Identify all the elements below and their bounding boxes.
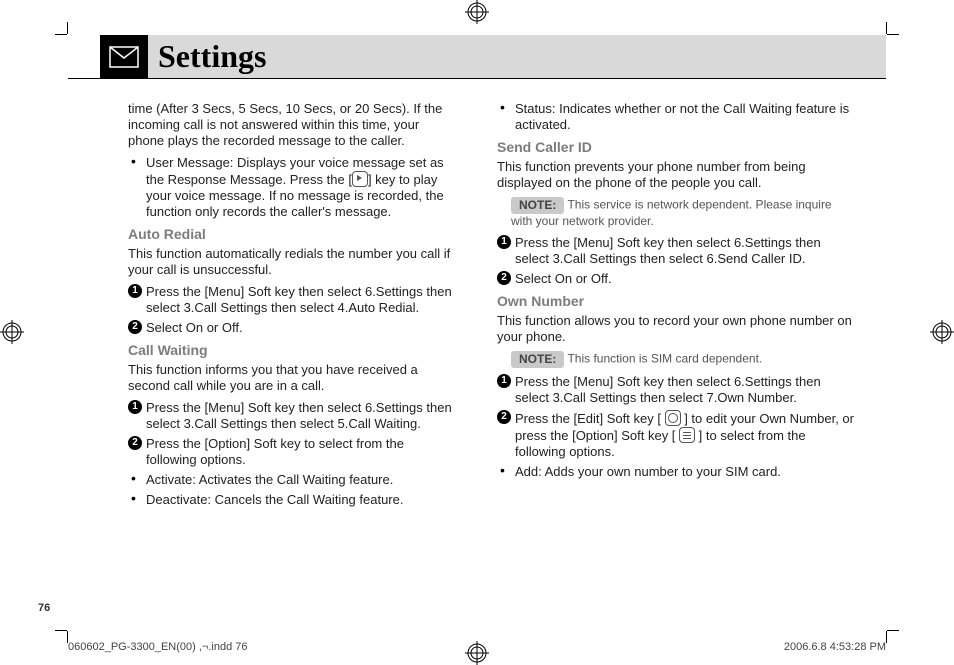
content-area: Settings time (After 3 Secs, 5 Secs, 10 … — [68, 35, 886, 630]
body-text: Add: Adds your own number to your SIM ca… — [515, 464, 781, 479]
body-text: Deactivate: Cancels the Call Waiting fea… — [146, 492, 403, 507]
body-columns: time (After 3 Secs, 5 Secs, 10 Secs, or … — [68, 99, 886, 630]
body-text: Activate: Activates the Call Waiting fea… — [146, 472, 393, 487]
bullet-item: Deactivate: Cancels the Call Waiting fea… — [128, 492, 455, 508]
crop-mark — [887, 34, 899, 35]
right-column: Status: Indicates whether or not the Cal… — [477, 99, 886, 630]
heading-send-caller-id: Send Caller ID — [497, 139, 856, 155]
body-text: Select On or Off. — [515, 271, 612, 286]
crop-mark — [886, 22, 887, 34]
body-text: time (After 3 Secs, 5 Secs, 10 Secs, or … — [128, 101, 455, 149]
step-number-icon: 2 — [497, 271, 511, 285]
page: Settings time (After 3 Secs, 5 Secs, 10 … — [0, 0, 954, 665]
menu-key-icon — [679, 427, 695, 443]
body-text: Press the [Menu] Soft key then select 6.… — [515, 374, 821, 405]
print-footer: 060602_PG-3300_EN(00) ,¬.indd 76 2006.6.… — [68, 641, 886, 653]
body-text: Press the [Menu] Soft key then select 6.… — [515, 235, 821, 266]
body-text: Press the [Edit] Soft key [ — [515, 411, 665, 426]
title-bar: Settings — [148, 35, 886, 79]
dpad-key-icon — [665, 410, 681, 426]
body-text: Status: Indicates whether or not the Cal… — [515, 101, 849, 132]
section-header: Settings — [68, 35, 886, 79]
body-text: Select On or Off. — [146, 320, 243, 335]
crop-mark — [67, 22, 68, 34]
page-number: 76 — [38, 602, 50, 614]
step-number-icon: 2 — [497, 410, 511, 424]
bullet-item: User Message: Displays your voice messag… — [128, 155, 455, 220]
left-column: time (After 3 Secs, 5 Secs, 10 Secs, or … — [68, 99, 477, 630]
step-item: 1 Press the [Menu] Soft key then select 6… — [497, 374, 856, 406]
heading-call-waiting: Call Waiting — [128, 342, 455, 358]
note-badge: NOTE: — [511, 351, 564, 368]
step-item: 2 Press the [Option] Soft key to select f… — [128, 436, 455, 468]
step-number-icon: 1 — [128, 284, 142, 298]
envelope-icon — [100, 35, 148, 79]
step-item: 2 Select On or Off. — [128, 320, 455, 336]
bullet-item: Activate: Activates the Call Waiting fea… — [128, 472, 455, 488]
body-text: This function informs you that you have … — [128, 362, 455, 394]
body-text: This function allows you to record your … — [497, 313, 856, 345]
step-item: 1 Press the [Menu] Soft key then select 6… — [497, 235, 856, 267]
footer-timestamp: 2006.6.8 4:53:28 PM — [784, 641, 886, 653]
step-number-icon: 1 — [497, 374, 511, 388]
note-text: This function is SIM card dependent. — [567, 352, 762, 366]
play-key-icon — [352, 171, 368, 187]
bullet-item: Status: Indicates whether or not the Cal… — [497, 101, 856, 133]
header-margin — [68, 35, 100, 79]
note: NOTE: This function is SIM card dependen… — [511, 351, 856, 368]
crop-mark — [55, 34, 67, 35]
crop-mark — [55, 630, 67, 631]
note-badge: NOTE: — [511, 197, 564, 214]
step-number-icon: 2 — [128, 436, 142, 450]
heading-auto-redial: Auto Redial — [128, 226, 455, 242]
page-title: Settings — [158, 38, 266, 75]
heading-own-number: Own Number — [497, 293, 856, 309]
body-text: Press the [Menu] Soft key then select 6.… — [146, 284, 452, 315]
registration-mark-icon — [930, 320, 954, 344]
step-item: 1 Press the [Menu] Soft key then select 6… — [128, 400, 455, 432]
step-number-icon: 1 — [128, 400, 142, 414]
crop-mark — [887, 630, 899, 631]
crop-mark — [886, 631, 887, 643]
step-number-icon: 2 — [128, 320, 142, 334]
step-item: 2 Press the [Edit] Soft key [ ] to edit … — [497, 410, 856, 460]
body-text: This function prevents your phone number… — [497, 159, 856, 191]
footer-file: 060602_PG-3300_EN(00) ,¬.indd 76 — [68, 641, 248, 653]
registration-mark-icon — [465, 0, 489, 24]
body-text: This function automatically redials the … — [128, 246, 455, 278]
body-text: Press the [Menu] Soft key then select 6.… — [146, 400, 452, 431]
bullet-item: Add: Adds your own number to your SIM ca… — [497, 464, 856, 480]
body-text: Press the [Option] Soft key to select fr… — [146, 436, 404, 467]
step-item: 1 Press the [Menu] Soft key then select 6… — [128, 284, 455, 316]
registration-mark-icon — [0, 320, 24, 344]
step-item: 2 Select On or Off. — [497, 271, 856, 287]
note: NOTE: This service is network dependent.… — [511, 197, 856, 229]
step-number-icon: 1 — [497, 235, 511, 249]
